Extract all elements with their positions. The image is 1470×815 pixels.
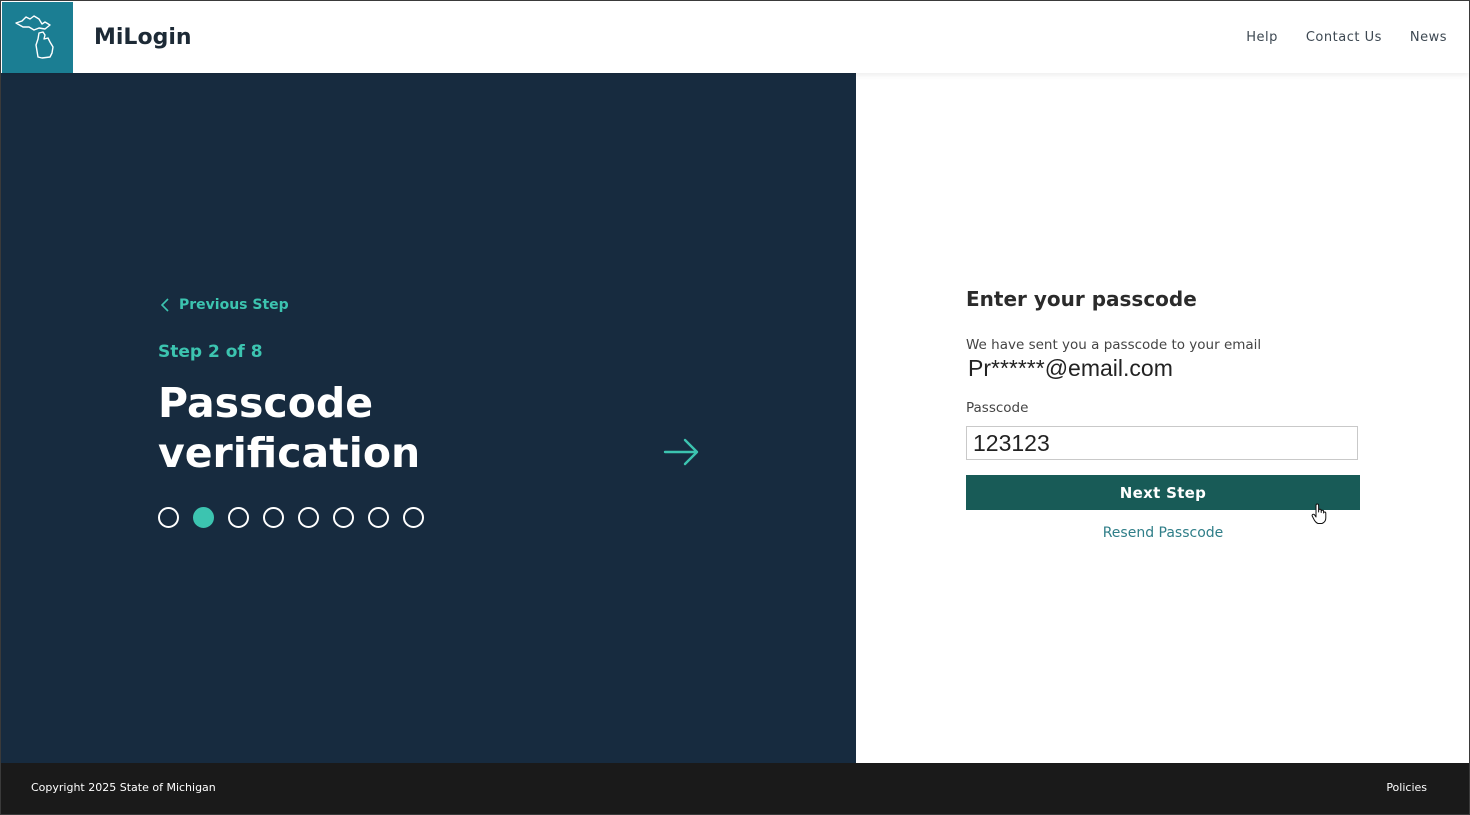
- nav-news[interactable]: News: [1410, 30, 1447, 45]
- step-dot-4: [263, 507, 284, 528]
- previous-step-label: Previous Step: [179, 297, 289, 313]
- page-footer: Copyright 2025 State of Michigan Policie…: [1, 763, 1469, 814]
- step-dot-6: [333, 507, 354, 528]
- michigan-map-icon: [15, 15, 54, 59]
- page-title-line2: verification: [158, 429, 421, 477]
- nav-help[interactable]: Help: [1246, 30, 1278, 45]
- next-step-button[interactable]: Next Step: [966, 475, 1360, 510]
- chevron-left-icon: [161, 298, 169, 312]
- step-dot-3: [228, 507, 249, 528]
- copyright-text: Copyright 2025 State of Michigan: [31, 781, 216, 794]
- step-progress-dots: [158, 507, 424, 528]
- michigan-logo[interactable]: [2, 2, 73, 73]
- page-title-line1: Passcode: [158, 379, 374, 427]
- passcode-form-panel: Enter your passcode We have sent you a p…: [856, 73, 1469, 763]
- arrow-right-icon: [663, 438, 699, 466]
- step-dot-1: [158, 507, 179, 528]
- step-dot-8: [403, 507, 424, 528]
- step-dot-7: [368, 507, 389, 528]
- form-title: Enter your passcode: [966, 287, 1197, 311]
- step-dot-2: [193, 507, 214, 528]
- step-counter: Step 2 of 8: [158, 342, 263, 362]
- top-header: MiLogin Help Contact Us News: [1, 1, 1469, 73]
- resend-passcode-link[interactable]: Resend Passcode: [966, 525, 1360, 541]
- passcode-input[interactable]: [966, 426, 1358, 460]
- previous-step-link[interactable]: Previous Step: [161, 297, 289, 313]
- page-frame: MiLogin Help Contact Us News Previous St…: [0, 0, 1470, 815]
- passcode-label: Passcode: [966, 400, 1029, 416]
- page-title: Passcode verification: [158, 378, 578, 478]
- step-dot-5: [298, 507, 319, 528]
- masked-email: Pr******@email.com: [968, 355, 1173, 381]
- passcode-sent-message: We have sent you a passcode to your emai…: [966, 337, 1262, 353]
- brand-name: MiLogin: [94, 25, 192, 50]
- step-panel: Previous Step Step 2 of 8 Passcode verif…: [1, 73, 856, 763]
- policies-link[interactable]: Policies: [1386, 781, 1427, 794]
- nav-contact-us[interactable]: Contact Us: [1306, 30, 1382, 45]
- top-nav: Help Contact Us News: [1246, 30, 1447, 45]
- hand-cursor-icon: [1311, 503, 1327, 524]
